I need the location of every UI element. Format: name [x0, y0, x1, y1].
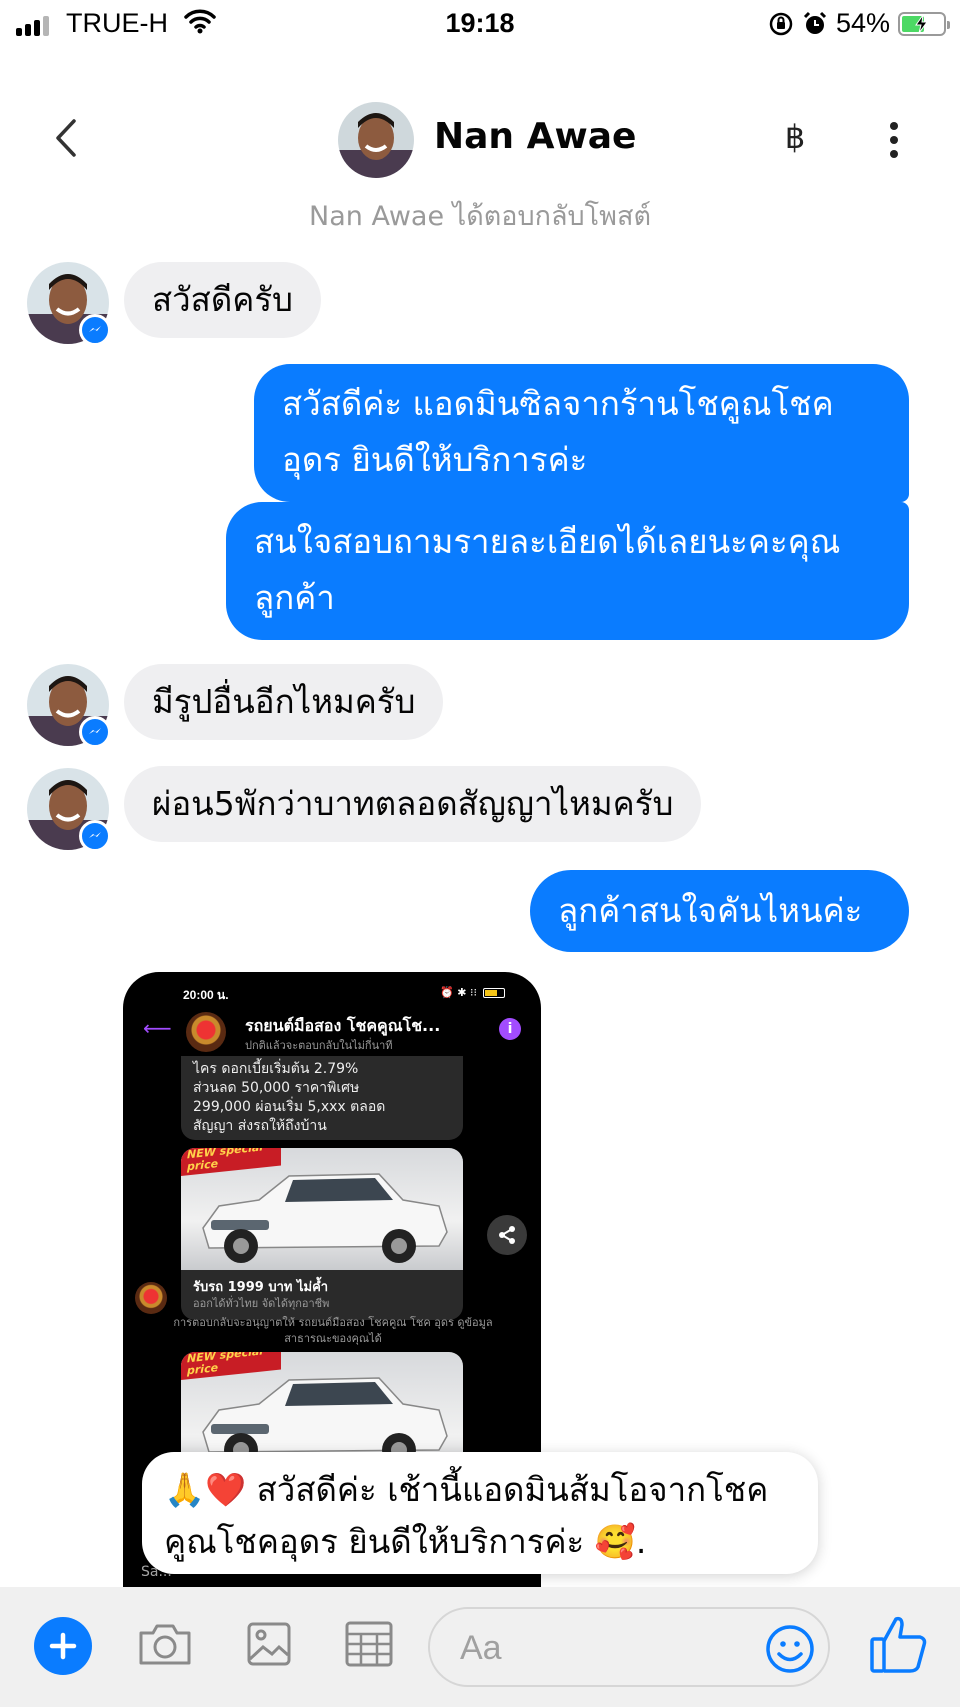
- incoming-message[interactable]: สวัสดีครับ: [124, 262, 321, 338]
- message-line: สวัสดีค่ะ แอดมินซิลจากร้านโชคูณโชค: [282, 384, 834, 423]
- sticker-grid-icon: [345, 1621, 393, 1667]
- back-button[interactable]: [44, 112, 88, 164]
- payment-baht-button[interactable]: ฿: [778, 118, 812, 156]
- more-vertical-icon: [890, 122, 898, 130]
- emoji-icon[interactable]: [764, 1623, 816, 1675]
- plus-icon: [49, 1632, 77, 1660]
- battery-percent: 54%: [835, 8, 890, 38]
- message-line: คูณโชคอุดร ยินดีให้บริการค่ะ 🥰.: [164, 1522, 647, 1561]
- shared-image-system-note: การตอบกลับจะอนุญาตให้ รถยนต์มือสอง โชคคู…: [173, 1316, 493, 1345]
- pickup-truck-photo: NEW special price: [181, 1148, 463, 1270]
- product-card-subtitle: ออกได้ทั่วไทย จัดได้ทุกอาชีพ: [193, 1297, 330, 1310]
- message-line: ลูกค้า: [254, 578, 335, 617]
- reply-context-note: Nan Awae ได้ตอบกลับโพสต์: [309, 201, 651, 232]
- alarm-icon: [803, 11, 827, 34]
- thumbs-up-icon[interactable]: [868, 1613, 928, 1675]
- message-composer: [0, 1587, 960, 1707]
- more-options-button[interactable]: [878, 120, 910, 160]
- status-bar: TRUE-H 19:18 54%: [0, 0, 960, 48]
- messenger-badge-icon: [79, 716, 111, 748]
- shared-image-info-icon: i: [499, 1018, 521, 1040]
- shared-image-promo-text: ไคร ดอกเบี้ยเริ่มต้น 2.79% ส่วนลด 50,000…: [181, 1056, 463, 1140]
- shared-image-page-avatar: [186, 1012, 226, 1052]
- message-input[interactable]: [460, 1625, 740, 1671]
- incoming-message[interactable]: มีรูปอื่นอีกไหมครับ: [124, 664, 444, 740]
- sender-avatar[interactable]: [27, 664, 111, 748]
- message-line: สนใจสอบถามรายละเอียดได้เลยนะคะคุณ: [254, 522, 841, 561]
- conversation-header: Nan Awae ฿: [0, 90, 960, 190]
- sender-avatar[interactable]: [27, 262, 111, 346]
- contact-name[interactable]: Nan Awae: [434, 116, 636, 157]
- orientation-lock-icon: [769, 12, 793, 35]
- message-input-wrapper: [428, 1607, 830, 1687]
- shared-image-mini-avatar: [135, 1282, 167, 1314]
- gallery-button[interactable]: [240, 1615, 298, 1673]
- image-icon: [247, 1622, 291, 1666]
- messenger-badge-icon: [79, 820, 111, 852]
- promo-line: 299,000 ผ่อนเริ่ม 5,xxx ตลอด: [193, 1099, 386, 1115]
- add-button[interactable]: [34, 1617, 92, 1675]
- promo-line: สัญญา ส่งรถให้ถึงบ้าน: [193, 1118, 327, 1134]
- promo-line: ส่วนลด 50,000 ราคาพิเศษ: [193, 1080, 360, 1096]
- overlay-message-card[interactable]: 🙏❤️ สวัสดีค่ะ เช้านี้แอดมินส้มโอจากโชค ค…: [142, 1452, 818, 1574]
- outgoing-message[interactable]: สนใจสอบถามรายละเอียดได้เลยนะคะคุณ ลูกค้า: [226, 502, 909, 640]
- outgoing-message[interactable]: ลูกค้าสนใจคันไหนค่ะ: [530, 870, 909, 952]
- sender-avatar[interactable]: [27, 768, 111, 852]
- stickers-button[interactable]: [340, 1615, 398, 1673]
- shared-image-page-subtitle: ปกติแล้วจะตอบกลับในไม่กี่นาที: [245, 1039, 393, 1052]
- shared-image-time: 20:00 น.: [183, 988, 229, 1002]
- promo-line: ไคร ดอกเบี้ยเริ่มต้น 2.79%: [193, 1061, 359, 1077]
- camera-icon: [139, 1624, 191, 1665]
- back-chevron-icon: [56, 119, 76, 157]
- share-icon: [487, 1215, 527, 1255]
- battery-charging-icon: [898, 11, 950, 36]
- messenger-badge-icon: [79, 314, 111, 346]
- contact-avatar[interactable]: [338, 102, 414, 178]
- camera-button[interactable]: [136, 1615, 194, 1673]
- message-line: อุดร ยินดีให้บริการค่ะ: [282, 440, 588, 479]
- incoming-message[interactable]: ผ่อน5พักว่าบาทตลอดสัญญาไหมครับ: [124, 766, 702, 842]
- message-line: 🙏❤️ สวัสดีค่ะ เช้านี้แอดมินส้มโอจากโชค: [164, 1470, 769, 1509]
- shared-image-product-card: NEW special price รับรถ 1999 บาท ไม่ค้ำ …: [181, 1148, 463, 1320]
- shared-image-status-icons: ⏰ ✱ ⁝⁝: [440, 986, 505, 999]
- shared-image-back-icon: ⟵: [143, 1016, 172, 1040]
- outgoing-message[interactable]: สวัสดีค่ะ แอดมินซิลจากร้านโชคูณโชค อุดร …: [254, 364, 909, 502]
